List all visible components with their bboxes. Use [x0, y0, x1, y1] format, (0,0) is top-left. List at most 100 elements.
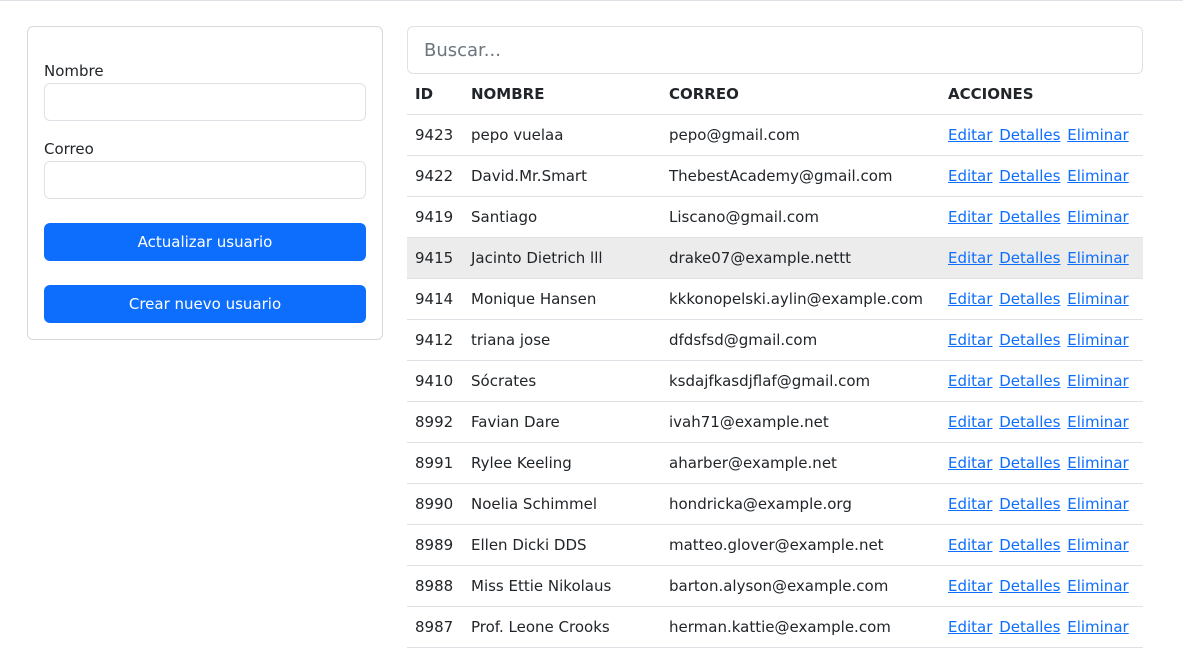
table-row: 9414 Monique Hansen kkkonopelski.aylin@exa… — [407, 278, 1143, 320]
table-row: 9422 David.Mr.Smart ThebestAcademy@gmail.c… — [407, 155, 1143, 197]
edit-link[interactable]: Editar — [948, 126, 992, 144]
edit-link[interactable]: Editar — [948, 536, 992, 554]
delete-link[interactable]: Eliminar — [1067, 372, 1128, 390]
delete-link[interactable]: Eliminar — [1067, 495, 1128, 513]
edit-link[interactable]: Editar — [948, 372, 992, 390]
edit-link[interactable]: Editar — [948, 208, 992, 226]
search-input[interactable] — [407, 26, 1143, 74]
row-correo-cell: pepo@gmail.com — [661, 114, 940, 156]
details-link[interactable]: Detalles — [999, 413, 1060, 431]
users-table-body: 9423 pepo vuelaa pepo@gmail.com Editar Deta… — [407, 114, 1143, 648]
row-correo-cell: hondricka@example.org — [661, 483, 940, 525]
delete-link[interactable]: Eliminar — [1067, 249, 1128, 267]
row-nombre-cell: Rylee Keeling — [463, 442, 661, 484]
row-nombre-cell: Noelia Schimmel — [463, 483, 661, 525]
table-row: 9412 triana jose dfdsfsd@gmail.com Editar D… — [407, 319, 1143, 361]
row-id-cell: 8992 — [407, 401, 463, 443]
row-actions-cell: Editar Detalles Eliminar — [940, 155, 1143, 197]
row-correo-cell: matteo.glover@example.net — [661, 524, 940, 566]
details-link[interactable]: Detalles — [999, 290, 1060, 308]
delete-link[interactable]: Eliminar — [1067, 126, 1128, 144]
edit-link[interactable]: Editar — [948, 618, 992, 636]
edit-link[interactable]: Editar — [948, 454, 992, 472]
row-nombre-cell: pepo vuelaa — [463, 114, 661, 156]
row-actions-cell: Editar Detalles Eliminar — [940, 401, 1143, 443]
row-id-cell: 8991 — [407, 442, 463, 484]
row-correo-cell: aharber@example.net — [661, 442, 940, 484]
row-actions-cell: Editar Detalles Eliminar — [940, 524, 1143, 566]
nombre-column-header: NOMBRE — [463, 74, 661, 115]
row-correo-cell: drake07@example.nettt — [661, 237, 940, 279]
row-id-cell: 9410 — [407, 360, 463, 402]
delete-link[interactable]: Eliminar — [1067, 413, 1128, 431]
row-id-cell: 9419 — [407, 196, 463, 238]
delete-link[interactable]: Eliminar — [1067, 167, 1128, 185]
row-actions-cell: Editar Detalles Eliminar — [940, 483, 1143, 525]
delete-link[interactable]: Eliminar — [1067, 536, 1128, 554]
row-nombre-cell: Miss Ettie Nikolaus — [463, 565, 661, 607]
details-link[interactable]: Detalles — [999, 495, 1060, 513]
table-row: 8991 Rylee Keeling aharber@example.net Edit… — [407, 442, 1143, 484]
row-id-cell: 8987 — [407, 606, 463, 648]
row-id-cell: 9423 — [407, 114, 463, 156]
user-form-card: Nombre Correo Actualizar usuario Crear n… — [27, 26, 383, 340]
row-correo-cell: ivah71@example.net — [661, 401, 940, 443]
details-link[interactable]: Detalles — [999, 618, 1060, 636]
users-table: ID NOMBRE CORREO ACCIONES 9423 pepo vuela… — [407, 74, 1143, 648]
correo-input[interactable] — [44, 161, 366, 199]
row-id-cell: 9414 — [407, 278, 463, 320]
row-nombre-cell: David.Mr.Smart — [463, 155, 661, 197]
row-correo-cell: kkkonopelski.aylin@example.com — [661, 278, 940, 320]
delete-link[interactable]: Eliminar — [1067, 454, 1128, 472]
edit-link[interactable]: Editar — [948, 167, 992, 185]
delete-link[interactable]: Eliminar — [1067, 618, 1128, 636]
row-nombre-cell: Santiago — [463, 196, 661, 238]
row-nombre-cell: Ellen Dicki DDS — [463, 524, 661, 566]
row-nombre-cell: Jacinto Dietrich lll — [463, 237, 661, 279]
nombre-label: Nombre — [44, 62, 104, 80]
details-link[interactable]: Detalles — [999, 249, 1060, 267]
edit-link[interactable]: Editar — [948, 290, 992, 308]
details-link[interactable]: Detalles — [999, 126, 1060, 144]
delete-link[interactable]: Eliminar — [1067, 290, 1128, 308]
row-actions-cell: Editar Detalles Eliminar — [940, 114, 1143, 156]
details-link[interactable]: Detalles — [999, 454, 1060, 472]
edit-link[interactable]: Editar — [948, 413, 992, 431]
nombre-input[interactable] — [44, 83, 366, 121]
details-link[interactable]: Detalles — [999, 208, 1060, 226]
correo-label: Correo — [44, 140, 94, 158]
details-link[interactable]: Detalles — [999, 167, 1060, 185]
row-id-cell: 9412 — [407, 319, 463, 361]
details-link[interactable]: Detalles — [999, 372, 1060, 390]
correo-column-header: CORREO — [661, 74, 940, 115]
table-row: 8987 Prof. Leone Crooks herman.kattie@exam… — [407, 606, 1143, 648]
create-user-button[interactable]: Crear nuevo usuario — [44, 285, 366, 323]
delete-link[interactable]: Eliminar — [1067, 331, 1128, 349]
edit-link[interactable]: Editar — [948, 249, 992, 267]
row-nombre-cell: Favian Dare — [463, 401, 661, 443]
row-nombre-cell: Sócrates — [463, 360, 661, 402]
row-id-cell: 8989 — [407, 524, 463, 566]
row-actions-cell: Editar Detalles Eliminar — [940, 360, 1143, 402]
row-nombre-cell: Monique Hansen — [463, 278, 661, 320]
row-actions-cell: Editar Detalles Eliminar — [940, 237, 1143, 279]
table-row: 8988 Miss Ettie Nikolaus barton.alyson@exa… — [407, 565, 1143, 607]
details-link[interactable]: Detalles — [999, 331, 1060, 349]
update-user-button[interactable]: Actualizar usuario — [44, 223, 366, 261]
table-row: 8989 Ellen Dicki DDS matteo.glover@example… — [407, 524, 1143, 566]
edit-link[interactable]: Editar — [948, 577, 992, 595]
row-actions-cell: Editar Detalles Eliminar — [940, 196, 1143, 238]
row-correo-cell: Liscano@gmail.com — [661, 196, 940, 238]
details-link[interactable]: Detalles — [999, 536, 1060, 554]
table-row: 8990 Noelia Schimmel hondricka@example.org… — [407, 483, 1143, 525]
row-nombre-cell: Prof. Leone Crooks — [463, 606, 661, 648]
details-link[interactable]: Detalles — [999, 577, 1060, 595]
row-correo-cell: barton.alyson@example.com — [661, 565, 940, 607]
table-row: 9410 Sócrates ksdajfkasdjflaf@gmail.com Edi… — [407, 360, 1143, 402]
delete-link[interactable]: Eliminar — [1067, 208, 1128, 226]
table-row: 9419 Santiago Liscano@gmail.com Editar Deta… — [407, 196, 1143, 238]
delete-link[interactable]: Eliminar — [1067, 577, 1128, 595]
edit-link[interactable]: Editar — [948, 495, 992, 513]
edit-link[interactable]: Editar — [948, 331, 992, 349]
row-correo-cell: herman.kattie@example.com — [661, 606, 940, 648]
